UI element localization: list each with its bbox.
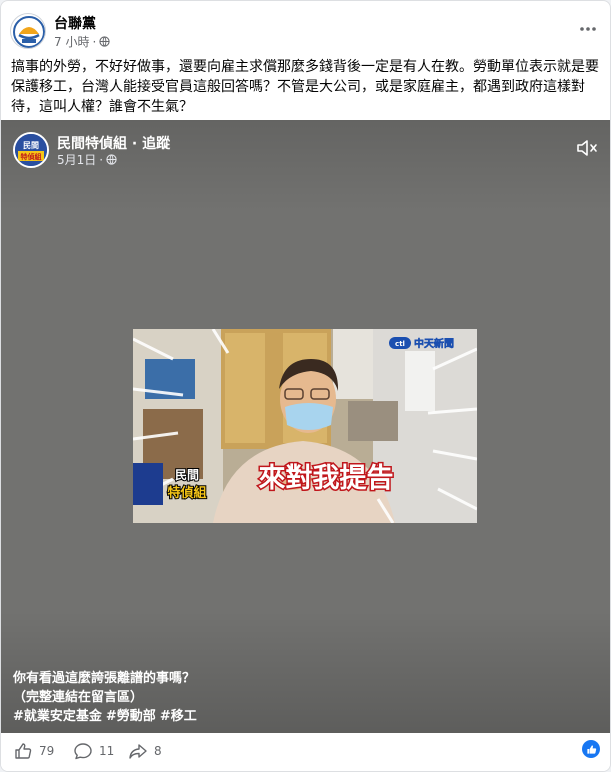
hashtag[interactable]: #就業安定基金: [13, 707, 102, 726]
hashtag[interactable]: #勞動部: [106, 707, 156, 726]
mute-button[interactable]: [576, 138, 598, 158]
like-icon: [15, 743, 32, 759]
author-logo-icon: 民間 特偵組: [15, 134, 47, 166]
video-date[interactable]: 5月1日: [57, 151, 96, 168]
like-button[interactable]: 79: [13, 741, 54, 761]
channel-logo: ctl 中天新聞: [389, 337, 454, 350]
frame-badge-line2: 特偵組: [167, 485, 206, 501]
post-card: 台聯黨 7 小時 · 搞事的外勞，不好好做事，還要向雇主求償那麼多錢背後一定是有…: [0, 0, 611, 772]
meta-separator: ·: [92, 34, 97, 49]
post-time[interactable]: 7 小時: [54, 33, 89, 50]
like-reaction-icon[interactable]: [582, 740, 600, 758]
like-count: 79: [39, 744, 55, 758]
share-count: 8: [154, 744, 162, 758]
channel-name: 中天新聞: [414, 337, 454, 350]
post-text: 搞事的外勞，不好好做事，還要向雇主求償那麼多錢背後一定是有人在教。勞動單位表示就…: [11, 59, 599, 115]
avatar-text-2: 特偵組: [21, 152, 42, 161]
more-options-button[interactable]: [576, 17, 600, 41]
video-globe-icon: [106, 154, 117, 165]
share-button[interactable]: 8: [128, 741, 162, 761]
video-author[interactable]: 民間特偵組 · 追蹤: [57, 133, 170, 153]
video-caption: 你有看過這麼誇張離譜的事嗎？ （完整連結在留言區） #就業安定基金 #勞動部 #…: [13, 669, 573, 726]
caption-line-2: （完整連結在留言區）: [13, 690, 144, 705]
hashtag-list: #就業安定基金 #勞動部 #移工: [13, 707, 573, 726]
page-avatar[interactable]: [10, 13, 46, 49]
video-meta: 5月1日 ·: [57, 151, 117, 168]
channel-badge: ctl: [395, 340, 405, 348]
more-icon: [580, 27, 596, 31]
post-header: 台聯黨 7 小時 ·: [1, 1, 610, 55]
video-frame[interactable]: ctl 中天新聞 來對我提告 民間 特偵組: [133, 329, 477, 523]
shared-video[interactable]: 民間 特偵組 民間特偵組 · 追蹤 5月1日 · ctl 中天新聞 來對我提告 …: [1, 120, 610, 733]
video-author-avatar[interactable]: 民間 特偵組: [13, 132, 49, 168]
page-name[interactable]: 台聯黨: [54, 13, 96, 33]
comment-button[interactable]: 11: [73, 741, 114, 761]
video-headline: 來對我提告: [259, 463, 394, 494]
frame-badge-line1: 民間: [175, 468, 199, 482]
post-actions: 79 11 8: [1, 733, 610, 771]
mute-icon: [577, 140, 597, 156]
comment-count: 11: [99, 744, 115, 758]
avatar-text-1: 民間: [23, 141, 39, 150]
party-logo-icon: [13, 16, 45, 48]
post-meta: 7 小時 ·: [54, 33, 110, 50]
video-still: ctl 中天新聞 來對我提告 民間 特偵組: [133, 329, 477, 523]
hashtag[interactable]: #移工: [160, 707, 197, 726]
share-icon: [129, 744, 147, 759]
video-meta-separator: ·: [99, 152, 104, 167]
comment-icon: [74, 743, 92, 760]
globe-icon: [99, 36, 110, 47]
caption-line-1: 你有看過這麼誇張離譜的事嗎？: [13, 671, 196, 686]
